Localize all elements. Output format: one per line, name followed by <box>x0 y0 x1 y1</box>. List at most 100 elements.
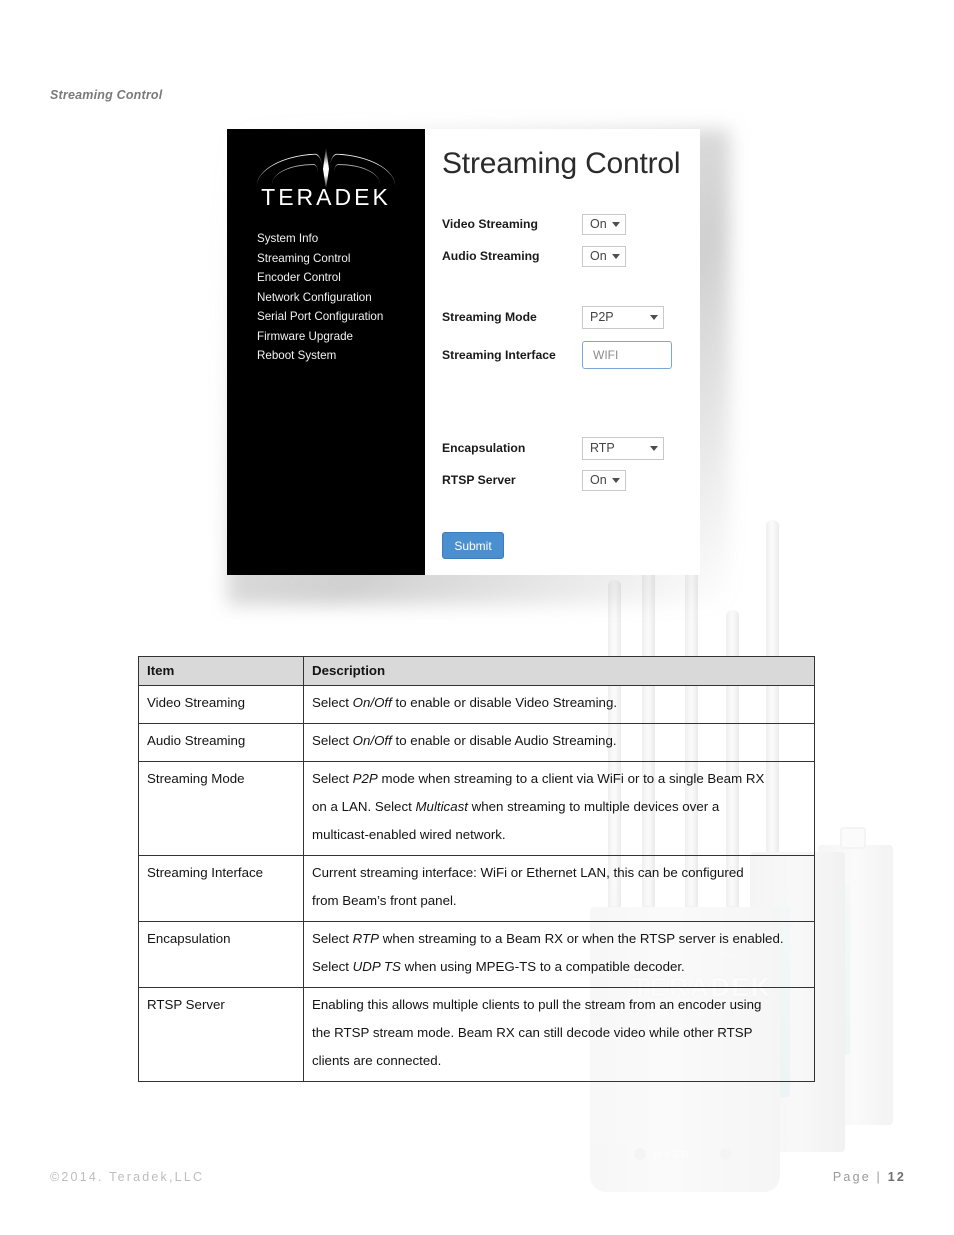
input-streaming-interface[interactable]: WIFI <box>582 341 672 369</box>
field-label-streaming-mode: Streaming Mode <box>442 310 537 324</box>
screw-dot <box>634 1148 646 1160</box>
plain-text: Select <box>312 733 353 748</box>
field-row-streaming-interface: Streaming Interface WIFI <box>442 340 672 370</box>
field-label-streaming-interface: Streaming Interface <box>442 348 556 362</box>
table-cell-description: Current streaming interface: WiFi or Eth… <box>303 855 815 922</box>
table-header-row: Item Description <box>138 656 815 686</box>
description-line: Current streaming interface: WiFi or Eth… <box>312 859 806 887</box>
emphasis-text: On/Off <box>352 733 392 748</box>
description-line: Select On/Off to enable or disable Audio… <box>312 727 806 755</box>
ui-main-content: Streaming Control Video Streaming On Aud… <box>425 129 700 575</box>
plain-text: to enable or disable Audio Streaming. <box>391 733 617 748</box>
plain-text: multicast-enabled wired network. <box>312 827 506 842</box>
sidebar-item-encoder-control[interactable]: Encoder Control <box>257 268 425 288</box>
field-label-audio-streaming: Audio Streaming <box>442 249 540 263</box>
table-cell-description: Select RTP when streaming to a Beam RX o… <box>303 921 815 988</box>
field-row-audio-streaming: Audio Streaming On <box>442 245 626 267</box>
chevron-down-icon <box>650 314 658 320</box>
plain-text: when using MPEG-TS to a compatible decod… <box>400 959 685 974</box>
chevron-down-icon <box>650 445 658 451</box>
description-line: Select UDP TS when using MPEG-TS to a co… <box>312 953 806 981</box>
select-value-audio-streaming: On <box>590 249 607 263</box>
table-header-description: Description <box>303 656 815 686</box>
field-label-video-streaming: Video Streaming <box>442 217 538 231</box>
logo-wordmark: TERADEK <box>261 184 391 210</box>
plain-text: Select <box>312 771 353 786</box>
emphasis-text: P2P <box>352 771 378 786</box>
footer-page-number: Page | 12 <box>833 1170 906 1184</box>
field-row-streaming-mode: Streaming Mode P2P <box>442 305 664 329</box>
select-video-streaming[interactable]: On <box>582 213 626 235</box>
device-body-back <box>818 827 893 1125</box>
table-row: Audio Streaming Select On/Off to enable o… <box>138 723 815 762</box>
description-line: Select On/Off to enable or disable Video… <box>312 689 806 717</box>
select-value-encapsulation: RTP <box>590 441 615 455</box>
table-cell-item: Streaming Mode <box>138 761 304 856</box>
description-line: from Beam’s front panel. <box>312 887 806 915</box>
select-audio-streaming[interactable]: On <box>582 245 626 267</box>
table-cell-description: Select On/Off to enable or disable Audio… <box>303 723 815 762</box>
sidebar-item-reboot-system[interactable]: Reboot System <box>257 346 425 366</box>
input-value-streaming-interface: WIFI <box>593 348 619 362</box>
logo-spine-icon <box>323 147 329 187</box>
description-line: the RTSP stream mode. Beam RX can still … <box>312 1019 806 1047</box>
ui-sidebar: TERADEK System Info Streaming Control En… <box>227 129 425 575</box>
plain-text: Select <box>312 695 353 710</box>
screw-dot <box>720 1148 732 1160</box>
table-cell-item: Video Streaming <box>138 685 304 724</box>
table-cell-item: Audio Streaming <box>138 723 304 762</box>
chevron-down-icon <box>612 253 620 259</box>
select-streaming-mode[interactable]: P2P <box>582 305 664 329</box>
table-cell-item: RTSP Server <box>138 987 304 1082</box>
footer-page-value: 12 <box>887 1170 906 1184</box>
sidebar-item-serial-port-configuration[interactable]: Serial Port Configuration <box>257 307 425 327</box>
sidebar-item-network-configuration[interactable]: Network Configuration <box>257 288 425 308</box>
figure-web-ui-screenshot: TERADEK System Info Streaming Control En… <box>227 129 730 605</box>
description-line: Select P2P mode when streaming to a clie… <box>312 765 806 793</box>
device-label-strip <box>834 885 850 1055</box>
field-row-encapsulation: Encapsulation RTP <box>442 436 664 460</box>
plain-text: on a LAN. Select <box>312 799 416 814</box>
select-value-streaming-mode: P2P <box>590 310 614 324</box>
table-body: Video Streaming Select On/Off to enable o… <box>138 685 815 1082</box>
footer-page-label: Page | <box>832 1170 888 1184</box>
plain-text: mode when streaming to a client via WiFi… <box>377 771 765 786</box>
emphasis-text: UDP TS <box>352 959 401 974</box>
sidebar-item-streaming-control[interactable]: Streaming Control <box>257 249 425 269</box>
select-encapsulation[interactable]: RTP <box>582 436 664 460</box>
select-value-rtsp-server: On <box>590 473 607 487</box>
chevron-down-icon <box>612 477 620 483</box>
table-row: Streaming Mode Select P2P mode when strea… <box>138 761 815 856</box>
sidebar-item-system-info[interactable]: System Info <box>257 229 425 249</box>
field-row-rtsp-server: RTSP Server On <box>442 469 626 491</box>
plain-text: Select <box>312 931 353 946</box>
table-cell-description: Select On/Off to enable or disable Video… <box>303 685 815 724</box>
description-line: Select RTP when streaming to a Beam RX o… <box>312 925 806 953</box>
select-rtsp-server[interactable]: On <box>582 469 626 491</box>
field-label-rtsp-server: RTSP Server <box>442 473 516 487</box>
submit-button[interactable]: Submit <box>442 532 504 559</box>
description-line: Enabling this allows multiple clients to… <box>312 991 806 1019</box>
plain-text: clients are connected. <box>312 1053 442 1068</box>
table-cell-description: Select P2P mode when streaming to a clie… <box>303 761 815 856</box>
description-line: on a LAN. Select Multicast when streamin… <box>312 793 806 821</box>
sidebar-item-firmware-upgrade[interactable]: Firmware Upgrade <box>257 327 425 347</box>
page-title: Streaming Control <box>442 147 681 180</box>
plain-text: Select <box>312 959 353 974</box>
table-row: Encapsulation Select RTP when streaming t… <box>138 921 815 988</box>
table-header-item: Item <box>138 656 304 686</box>
table-cell-item: Streaming Interface <box>138 855 304 922</box>
description-line: clients are connected. <box>312 1047 806 1075</box>
plain-text: Enabling this allows multiple clients to… <box>312 997 762 1012</box>
ui-sidebar-menu: System Info Streaming Control Encoder Co… <box>257 229 425 366</box>
running-head: Streaming Control <box>50 88 163 102</box>
plain-text: when streaming to a Beam RX or when the … <box>379 931 784 946</box>
ethernet-port-icon <box>840 827 866 849</box>
emphasis-text: On/Off <box>352 695 392 710</box>
table-row: Streaming Interface Current streaming int… <box>138 855 815 922</box>
table-cell-item: Encapsulation <box>138 921 304 988</box>
plain-text: the RTSP stream mode. Beam RX can still … <box>312 1025 753 1040</box>
description-table: Item Description Video Streaming Select O… <box>138 656 815 1082</box>
field-label-encapsulation: Encapsulation <box>442 441 526 455</box>
description-line: multicast-enabled wired network. <box>312 821 806 849</box>
